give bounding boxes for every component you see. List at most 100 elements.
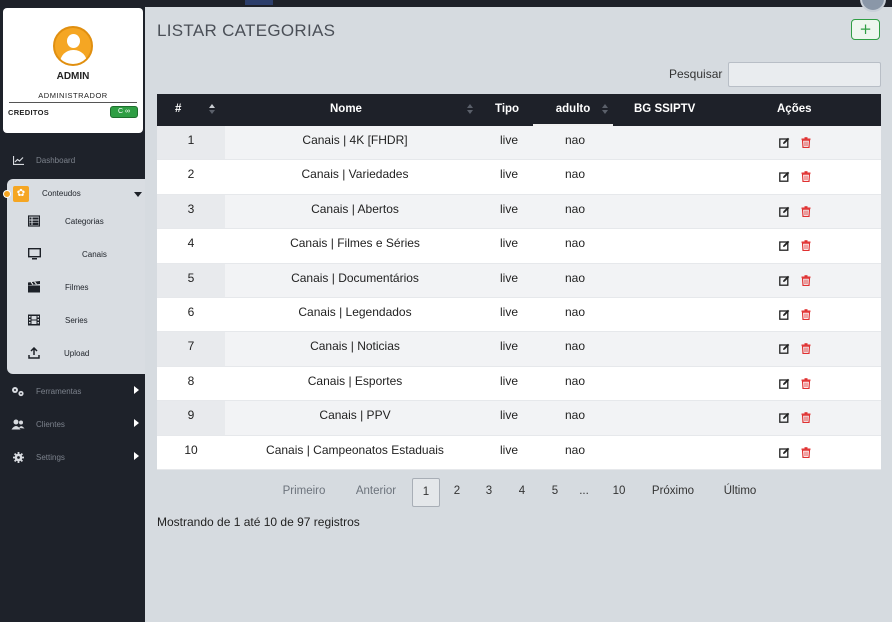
pagination-last[interactable]: Último [715,478,765,507]
row-id: 3 [187,201,195,216]
pagination-prev[interactable]: Anterior [348,478,404,507]
profile-name: ADMIN [56,71,90,82]
trash-icon[interactable] [801,377,812,389]
search-input[interactable] [728,62,881,87]
submenu-item-canais[interactable]: Canais [7,244,145,264]
nav-item-ferramentas[interactable]: Ferramentas [0,381,145,401]
edit-icon[interactable] [779,309,790,320]
row-nome: Canais | Documentários [291,270,419,285]
nav-item-clientes[interactable]: Clientes [0,414,145,434]
edit-icon[interactable] [779,171,790,183]
table-row: 6 Canais | Legendados live nao [157,297,881,333]
trash-icon[interactable] [801,205,812,217]
column-header-adulto[interactable]: adulto [533,94,613,126]
trash-icon[interactable] [801,412,812,424]
pagination-page-3[interactable]: 3 [479,478,499,507]
pagination-page-4[interactable]: 4 [512,478,532,507]
submenu-conteudos: ✿ Conteudos Categorias Canais Filmes Ser… [3,179,145,374]
row-id: 7 [187,339,195,354]
table-row: 2 Canais | Variedades live nao [157,160,881,195]
sort-asc-icon [209,104,215,116]
column-header-adulto-label: adulto [555,103,591,115]
table-row: 5 Canais | Documentários live nao [157,263,881,298]
row-adulto: nao [564,270,586,285]
pagination-page-2[interactable]: 2 [447,478,467,507]
table-row: 4 Canais | Filmes e Séries live nao [157,229,881,264]
trash-icon[interactable] [801,240,812,252]
table-row: 8 Canais | Esportes live nao [157,366,881,402]
submenu-item-filmes[interactable]: Filmes [7,277,145,297]
row-adulto: nao [564,339,586,354]
row-nome: Canais | Esportes [307,373,403,388]
edit-icon[interactable] [779,447,790,458]
row-adulto: nao [564,167,586,182]
pagination-page-1[interactable]: 1 [412,478,440,507]
pagination-page-5[interactable]: 5 [545,478,565,507]
nav-label: Dashboard [36,155,76,165]
page-title: LISTAR CATEGORIAS [157,21,336,40]
profile-card: ADMIN ADMINISTRADOR CREDITOS C ∞ [3,8,143,133]
table-body: 1 Canais | 4K [FHDR] live nao 2 Canais | Vari… [157,126,881,470]
nav-label: Ferramentas [36,386,82,396]
column-header-tipo[interactable]: Tipo [495,94,519,126]
edit-icon[interactable] [779,378,790,389]
row-id: 8 [187,373,195,388]
gear-icon [0,451,36,463]
trash-icon[interactable] [801,343,812,355]
pagination-page-10[interactable]: 10 [608,478,630,507]
row-adulto: nao [564,373,586,388]
row-tipo: live [499,167,518,182]
row-id: 4 [187,236,195,251]
column-header-id[interactable]: # [175,94,181,126]
sidebar: ADMIN ADMINISTRADOR CREDITOS C ∞ Dashboa… [0,7,145,622]
edit-icon[interactable] [779,275,790,286]
column-header-nome[interactable]: Nome [330,94,362,126]
monitor-icon [27,247,42,260]
trash-icon[interactable] [801,137,812,149]
top-tab-indicator [245,0,273,5]
column-header-bg-ssiptv[interactable]: BG SSIPTV [634,94,695,126]
row-id: 10 [184,442,198,457]
table-row: 1 Canais | 4K [FHDR] live nao [157,126,881,161]
edit-icon[interactable] [779,343,790,355]
profile-role: ADMINISTRADOR [38,91,108,100]
film-icon [28,314,40,326]
pagination-first[interactable]: Primeiro [273,478,335,507]
profile-divider [9,102,137,103]
submenu-item-series[interactable]: Series [7,310,145,330]
submenu-item-categorias[interactable]: Categorias [7,211,145,231]
edit-icon[interactable] [779,206,790,217]
trash-icon[interactable] [801,171,812,183]
table-row: 10 Canais | Campeonatos Estaduais live nao [157,435,881,470]
row-id: 6 [187,304,195,319]
nav-item-settings[interactable]: Settings [0,447,145,467]
row-nome: Canais | Legendados [298,304,412,319]
add-category-button[interactable]: + [851,19,880,40]
row-id: 2 [187,167,195,182]
sort-icon [602,104,608,116]
trash-icon[interactable] [801,274,812,286]
table-row: 7 Canais | Noticias live nao [157,332,881,367]
list-icon [27,215,41,227]
edit-icon[interactable] [779,412,790,423]
row-tipo: live [499,270,518,285]
nav-item-conteudos[interactable]: ✿ Conteudos [3,184,145,204]
edit-icon[interactable] [779,137,790,148]
pagination-next[interactable]: Próximo [645,478,701,507]
nav-label: Settings [36,452,65,462]
nav-item-dashboard[interactable]: Dashboard [0,150,145,170]
row-tipo: live [499,373,518,388]
row-adulto: nao [564,133,586,147]
trash-icon[interactable] [801,309,812,321]
categories-table: # Nome Tipo adulto BG SSIPTV Ações 1 Cana… [157,94,881,470]
row-tipo: live [499,442,518,457]
nav-label: Clientes [36,419,65,429]
edit-icon[interactable] [779,240,790,252]
submenu-item-upload[interactable]: Upload [7,343,145,363]
row-nome: Canais | PPV [319,408,391,423]
chevron-right-icon [134,419,139,427]
gears-icon [0,386,36,397]
row-adulto: nao [564,201,586,216]
trash-icon[interactable] [801,446,812,458]
row-tipo: live [499,339,518,354]
